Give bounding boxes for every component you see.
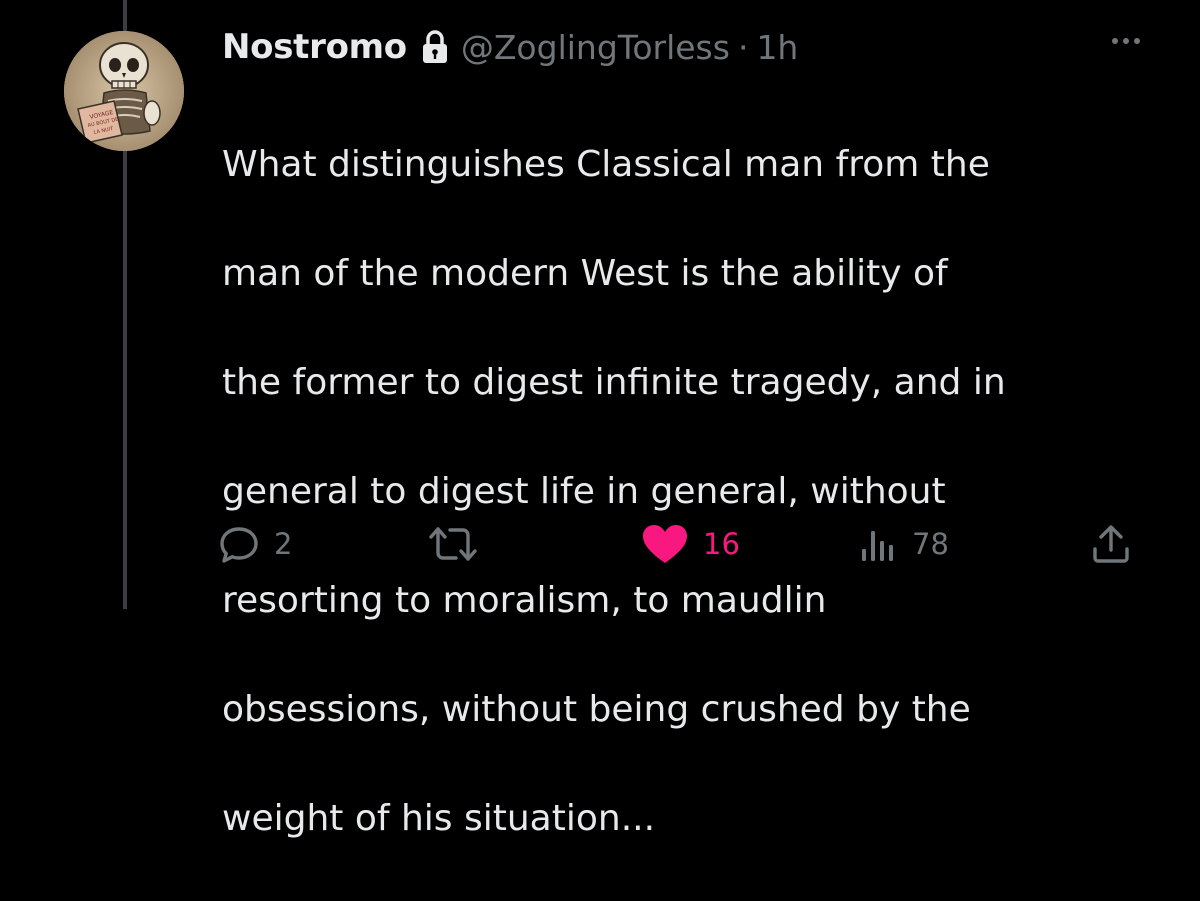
views-count: 78 xyxy=(912,527,949,561)
retweet-icon xyxy=(429,527,477,561)
tweet-text-line: weight of his situation... xyxy=(222,797,656,839)
views-chart-icon xyxy=(862,531,893,561)
display-name[interactable]: Nostromo xyxy=(222,27,407,67)
user-handle[interactable]: @ZoglingTorless xyxy=(461,28,730,67)
tweet-text: What distinguishes Classical man from th… xyxy=(222,83,1152,901)
action-bar: 2 16 78 xyxy=(218,516,1148,572)
share-button[interactable] xyxy=(1090,516,1132,572)
tweet-text-line: What distinguishes Classical man from th… xyxy=(222,143,990,185)
tweet-text-line: resorting to moralism, to maudlin xyxy=(222,579,827,621)
avatar[interactable]: VOYAGE AU BOUT DE LA NUIT xyxy=(64,31,184,151)
like-button[interactable]: 16 xyxy=(641,516,740,572)
heart-filled-icon xyxy=(643,525,687,563)
tweet-text-line: the former to digest infinite tragedy, a… xyxy=(222,361,1006,403)
avatar-image: VOYAGE AU BOUT DE LA NUIT xyxy=(64,31,184,151)
reply-icon xyxy=(220,527,258,563)
separator-dot: · xyxy=(737,27,749,67)
like-count: 16 xyxy=(703,527,740,561)
share-icon xyxy=(1093,525,1129,563)
reply-button[interactable]: 2 xyxy=(218,516,292,572)
tweet-text-line: obsessions, without being crushed by the xyxy=(222,688,971,730)
retweet-button[interactable] xyxy=(428,516,492,572)
more-options-icon[interactable] xyxy=(1112,38,1140,44)
tweet-header: Nostromo @ZoglingTorless · 1h xyxy=(222,22,798,72)
reply-count: 2 xyxy=(274,527,293,561)
views-button[interactable]: 78 xyxy=(858,516,949,572)
timestamp[interactable]: 1h xyxy=(756,28,798,67)
tweet-text-line: man of the modern West is the ability of xyxy=(222,252,948,294)
lock-icon xyxy=(422,30,447,63)
tweet-text-line: general to digest life in general, witho… xyxy=(222,470,946,512)
